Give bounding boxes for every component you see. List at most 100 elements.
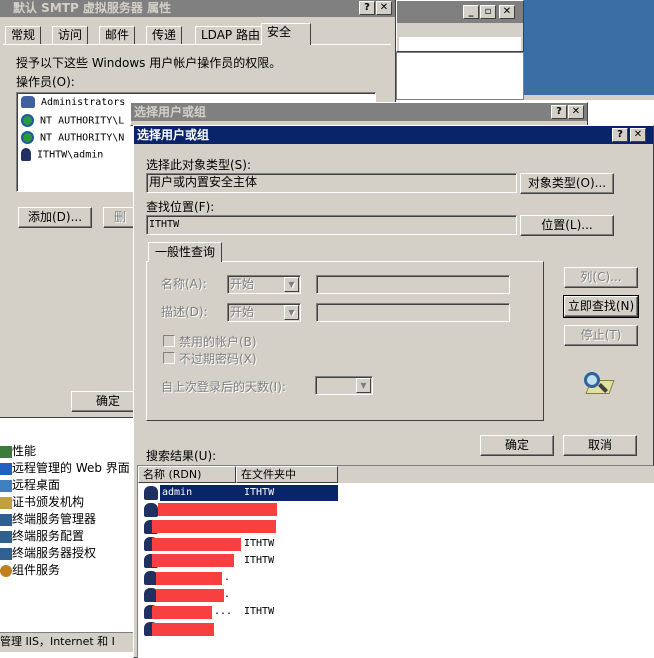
search-users-icon (582, 370, 618, 400)
smtp-window-title: 默认 SMTP 虚拟服务器 属性 (13, 1, 172, 15)
operator-item[interactable]: ITHTW\admin (21, 148, 103, 161)
description-combo[interactable]: 开始 ▼ (227, 303, 301, 322)
close-button[interactable]: ✕ (568, 105, 584, 119)
result-name: ... (214, 606, 233, 617)
smtp-window-titlebar: 默认 SMTP 虚拟服务器 属性 (0, 0, 395, 17)
cancel-button[interactable]: 取消 (563, 435, 637, 456)
component-services-icon (0, 564, 12, 577)
columns-button[interactable]: 列(C)... (564, 267, 638, 288)
name-combo[interactable]: 开始 ▼ (227, 275, 301, 294)
object-types-button[interactable]: 对象类型(O)... (520, 173, 614, 194)
maximize-button[interactable]: ▫ (480, 5, 496, 19)
tab-access[interactable]: 访问 (52, 26, 89, 44)
result-row[interactable] (138, 519, 368, 536)
results-list[interactable]: 名称 (RDN) 在文件夹中 admin ITHTW ITHTW ITHTW .… (137, 465, 654, 658)
operator-item[interactable]: Administrators (21, 96, 125, 108)
result-folder: ITHTW (244, 606, 275, 617)
user-icon (144, 486, 158, 500)
back-dialog-titlebar: 选择用户或组 (131, 103, 587, 121)
redaction (152, 554, 234, 567)
close-button[interactable]: ✕ (376, 1, 392, 15)
tree-item-component-services[interactable]: 组件服务 (0, 562, 60, 579)
find-now-button[interactable]: 立即查找(N) (563, 295, 639, 318)
name-text[interactable] (316, 275, 510, 294)
licensing-icon (0, 547, 12, 560)
background-window: _ ▫ ✕ (396, 0, 524, 52)
locations-button[interactable]: 位置(L)... (520, 215, 614, 236)
description-label: 描述(D): (161, 305, 208, 319)
chevron-down-icon[interactable]: ▼ (284, 277, 299, 292)
user-icon (144, 503, 158, 517)
result-folder: ITHTW (244, 538, 275, 549)
redaction (152, 606, 212, 619)
tree-item-ts-manager[interactable]: 终端服务管理器 (0, 511, 96, 528)
tab-panel-border (3, 44, 391, 45)
tree-item-remote-web-admin[interactable]: 远程管理的 Web 界面 (0, 460, 130, 477)
terminal-config-icon (0, 530, 12, 543)
tree-item-remote-desktop[interactable]: 远程桌面 (0, 477, 60, 494)
status-text: 管理 IIS，Internet 和 I (0, 635, 115, 648)
globe-icon (21, 114, 34, 127)
disabled-accounts-label: 禁用的帐户(B) (179, 335, 257, 349)
user-icon (21, 148, 31, 161)
result-row[interactable] (138, 502, 368, 519)
tree-item-ts-config[interactable]: 终端服务配置 (0, 528, 84, 545)
object-type-label: 选择此对象类型(S): (146, 158, 252, 172)
column-header-name[interactable]: 名称 (RDN) (138, 466, 236, 483)
tab-ldap-routing[interactable]: LDAP 路由 (195, 26, 266, 44)
back-dialog-title: 选择用户或组 (134, 105, 207, 119)
operator-item[interactable]: NT AUTHORITY\L (21, 114, 124, 127)
remote-desktop-icon (0, 479, 12, 492)
operators-label: 操作员(O): (16, 75, 75, 89)
redaction (156, 589, 224, 602)
result-row[interactable]: ... ITHTW (138, 604, 368, 621)
query-panel: 名称(A): 开始 ▼ 描述(D): 开始 ▼ 禁用的帐户(B) 不过期密码(X… (146, 261, 544, 421)
help-button[interactable]: ? (551, 105, 567, 119)
performance-icon (0, 445, 12, 458)
result-row[interactable]: ITHTW (138, 536, 368, 553)
result-name: admin (162, 487, 193, 498)
redaction (158, 503, 277, 516)
location-field: ITHTW (146, 215, 517, 235)
ok-button[interactable]: 确定 (480, 435, 554, 456)
tree-item-ts-licensing[interactable]: 终端服务器授权 (0, 545, 96, 562)
tab-general-query[interactable]: 一般性查询 (148, 242, 223, 262)
status-bar: 管理 IIS，Internet 和 I (0, 632, 134, 652)
operator-item[interactable]: NT AUTHORITY\N (21, 131, 124, 144)
disabled-accounts-checkbox[interactable] (163, 335, 175, 347)
close-button[interactable]: ✕ (630, 128, 646, 142)
chevron-down-icon[interactable]: ▼ (356, 378, 371, 393)
object-type-field: 用户或内置安全主体 (146, 173, 517, 193)
chevron-down-icon[interactable]: ▼ (284, 305, 299, 320)
minimize-button[interactable]: _ (463, 5, 479, 19)
redaction (152, 538, 241, 551)
name-label: 名称(A): (161, 277, 207, 291)
stop-button[interactable]: 停止(T) (564, 325, 638, 346)
globe-icon (21, 131, 34, 144)
web-icon (0, 462, 12, 475)
tree-item-cert-authority[interactable]: 证书颁发机构 (0, 494, 84, 511)
result-row[interactable]: . (138, 570, 368, 587)
days-since-logon-combo[interactable]: ▼ (315, 376, 373, 395)
help-button[interactable]: ? (359, 1, 375, 15)
close-button[interactable]: ✕ (499, 5, 515, 19)
terminal-services-icon (0, 513, 12, 526)
add-button[interactable]: 添加(D)... (18, 207, 92, 228)
dialog-title: 选择用户或组 (137, 128, 210, 142)
result-folder: ITHTW (244, 555, 275, 566)
tab-delivery[interactable]: 传递 (146, 26, 183, 44)
result-row[interactable] (138, 621, 368, 638)
non-expiring-checkbox[interactable] (163, 352, 175, 364)
search-results-label: 搜索结果(U): (146, 449, 217, 463)
tree-item-performance[interactable]: 性能 (0, 443, 36, 460)
tab-general[interactable]: 常规 (5, 26, 42, 44)
result-row[interactable]: . (138, 587, 368, 604)
result-row[interactable]: admin ITHTW (138, 485, 368, 502)
description-text[interactable] (316, 303, 510, 322)
column-header-folder[interactable]: 在文件夹中 (236, 466, 338, 483)
help-button[interactable]: ? (612, 128, 628, 142)
result-row[interactable]: ITHTW (138, 553, 368, 570)
tab-messages[interactable]: 邮件 (99, 26, 136, 44)
tab-security[interactable]: 安全 (261, 23, 311, 45)
redaction (152, 520, 276, 533)
